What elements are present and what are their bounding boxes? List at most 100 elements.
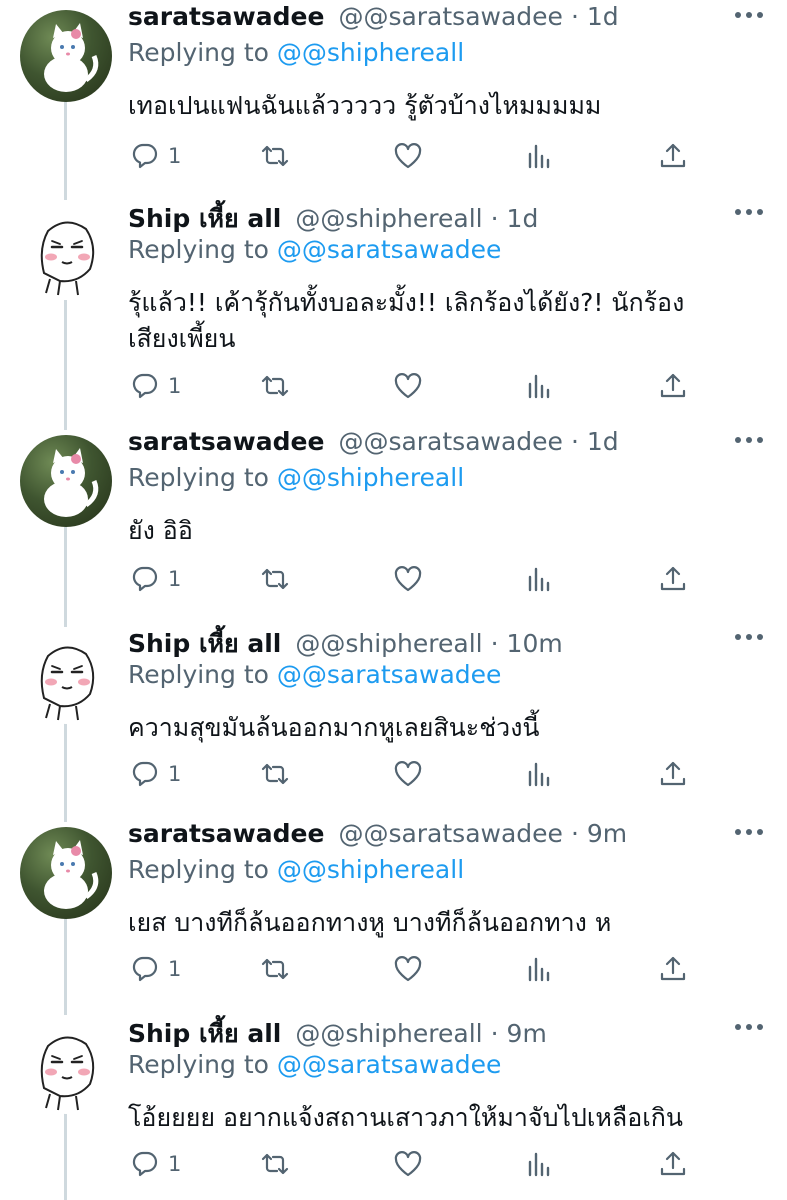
heart-icon [394, 1151, 422, 1177]
display-name[interactable]: saratsawadee [128, 819, 324, 848]
like-button[interactable] [393, 366, 423, 406]
share-button[interactable] [658, 559, 688, 599]
mention-link[interactable]: @@shiphereall [277, 463, 464, 492]
avatar[interactable] [20, 1022, 112, 1114]
reply-icon [132, 1151, 158, 1177]
replying-to-label: Replying to [128, 463, 269, 492]
like-button[interactable] [393, 136, 423, 176]
tweet-actions: 1 [130, 949, 690, 989]
retweet-icon [261, 763, 289, 785]
more-icon[interactable] [735, 1024, 763, 1030]
replying-to: Replying to @@shiphereall [128, 463, 464, 492]
share-button[interactable] [658, 1144, 688, 1184]
replying-to-label: Replying to [128, 660, 269, 689]
retweet-button[interactable] [260, 949, 290, 989]
share-button[interactable] [658, 136, 688, 176]
replying-to: Replying to @@saratsawadee [128, 235, 501, 264]
separator-dot: · [570, 427, 579, 456]
display-name[interactable]: Ship เหี้ย all [128, 199, 281, 239]
retweet-icon [261, 145, 289, 167]
tweet-text: โอ้ยยยย อยากแจ้งสถานเสาวภาให้มาจับไปเหลื… [128, 1103, 684, 1132]
mention-link[interactable]: @@saratsawadee [277, 1050, 502, 1079]
tweet-text: เทอเปนแฟนฉันแล้ววววว รู้ตัวบ้างไหมมมมม [128, 91, 602, 120]
analytics-button[interactable] [525, 949, 555, 989]
thread-line [64, 722, 67, 822]
tweet-text: ความสุขมันล้นออกมากหูเลยสินะช่วงนี้ [128, 713, 540, 742]
like-button[interactable] [393, 559, 423, 599]
retweet-icon [261, 568, 289, 590]
share-button[interactable] [658, 366, 688, 406]
user-handle[interactable]: @@shiphereall [295, 1019, 482, 1048]
user-handle[interactable]: @@shiphereall [295, 204, 482, 233]
timestamp[interactable]: 1d [507, 204, 539, 233]
share-icon [660, 761, 686, 786]
reply-icon [132, 373, 158, 399]
timestamp[interactable]: 9m [507, 1019, 547, 1048]
share-button[interactable] [658, 754, 688, 794]
reply-button[interactable]: 1 [130, 1144, 181, 1184]
retweet-icon [261, 1153, 289, 1175]
analytics-button[interactable] [525, 366, 555, 406]
more-icon[interactable] [735, 829, 763, 835]
replying-to-label: Replying to [128, 38, 269, 67]
timestamp[interactable]: 1d [587, 427, 619, 456]
timestamp[interactable]: 9m [587, 819, 627, 848]
retweet-button[interactable] [260, 366, 290, 406]
display-name[interactable]: saratsawadee [128, 427, 324, 456]
mention-link[interactable]: @@saratsawadee [277, 660, 502, 689]
avatar[interactable] [20, 827, 112, 919]
share-icon [660, 1151, 686, 1176]
replying-to: Replying to @@saratsawadee [128, 1050, 501, 1079]
thread-line [64, 300, 67, 430]
reply-button[interactable]: 1 [130, 366, 181, 406]
separator-dot: · [490, 629, 499, 658]
tweet-actions: 1 [130, 136, 690, 176]
more-icon[interactable] [735, 634, 763, 640]
more-icon[interactable] [735, 437, 763, 443]
analytics-button[interactable] [525, 754, 555, 794]
like-button[interactable] [393, 949, 423, 989]
avatar[interactable] [20, 10, 112, 102]
display-name[interactable]: Ship เหี้ย all [128, 624, 281, 664]
reply-button[interactable]: 1 [130, 559, 181, 599]
timestamp[interactable]: 10m [507, 629, 563, 658]
analytics-icon [528, 762, 550, 787]
user-handle[interactable]: @@saratsawadee [338, 819, 563, 848]
retweet-button[interactable] [260, 754, 290, 794]
display-name[interactable]: saratsawadee [128, 2, 324, 31]
analytics-button[interactable] [525, 136, 555, 176]
replying-to: Replying to @@saratsawadee [128, 660, 501, 689]
reply-button[interactable]: 1 [130, 754, 181, 794]
retweet-button[interactable] [260, 136, 290, 176]
reply-count: 1 [168, 567, 182, 591]
reply-button[interactable]: 1 [130, 136, 181, 176]
retweet-button[interactable] [260, 1144, 290, 1184]
avatar[interactable] [20, 435, 112, 527]
analytics-button[interactable] [525, 1144, 555, 1184]
thread-line [64, 917, 67, 1015]
analytics-button[interactable] [525, 559, 555, 599]
user-handle[interactable]: @@saratsawadee [338, 2, 563, 31]
retweet-icon [261, 958, 289, 980]
like-button[interactable] [393, 754, 423, 794]
reply-button[interactable]: 1 [130, 949, 181, 989]
user-handle[interactable]: @@shiphereall [295, 629, 482, 658]
retweet-button[interactable] [260, 559, 290, 599]
mention-link[interactable]: @@saratsawadee [277, 235, 502, 264]
mention-link[interactable]: @@shiphereall [277, 38, 464, 67]
share-button[interactable] [658, 949, 688, 989]
avatar[interactable] [20, 207, 112, 299]
more-icon[interactable] [735, 209, 763, 215]
analytics-icon [528, 374, 550, 399]
share-icon [660, 566, 686, 591]
user-handle[interactable]: @@saratsawadee [338, 427, 563, 456]
mention-link[interactable]: @@shiphereall [277, 855, 464, 884]
like-button[interactable] [393, 1144, 423, 1184]
timestamp[interactable]: 1d [587, 2, 619, 31]
thread-line [64, 100, 67, 200]
display-name[interactable]: Ship เหี้ย all [128, 1014, 281, 1054]
heart-icon [394, 143, 422, 169]
avatar[interactable] [20, 632, 112, 724]
share-icon [660, 956, 686, 981]
more-icon[interactable] [735, 12, 763, 18]
